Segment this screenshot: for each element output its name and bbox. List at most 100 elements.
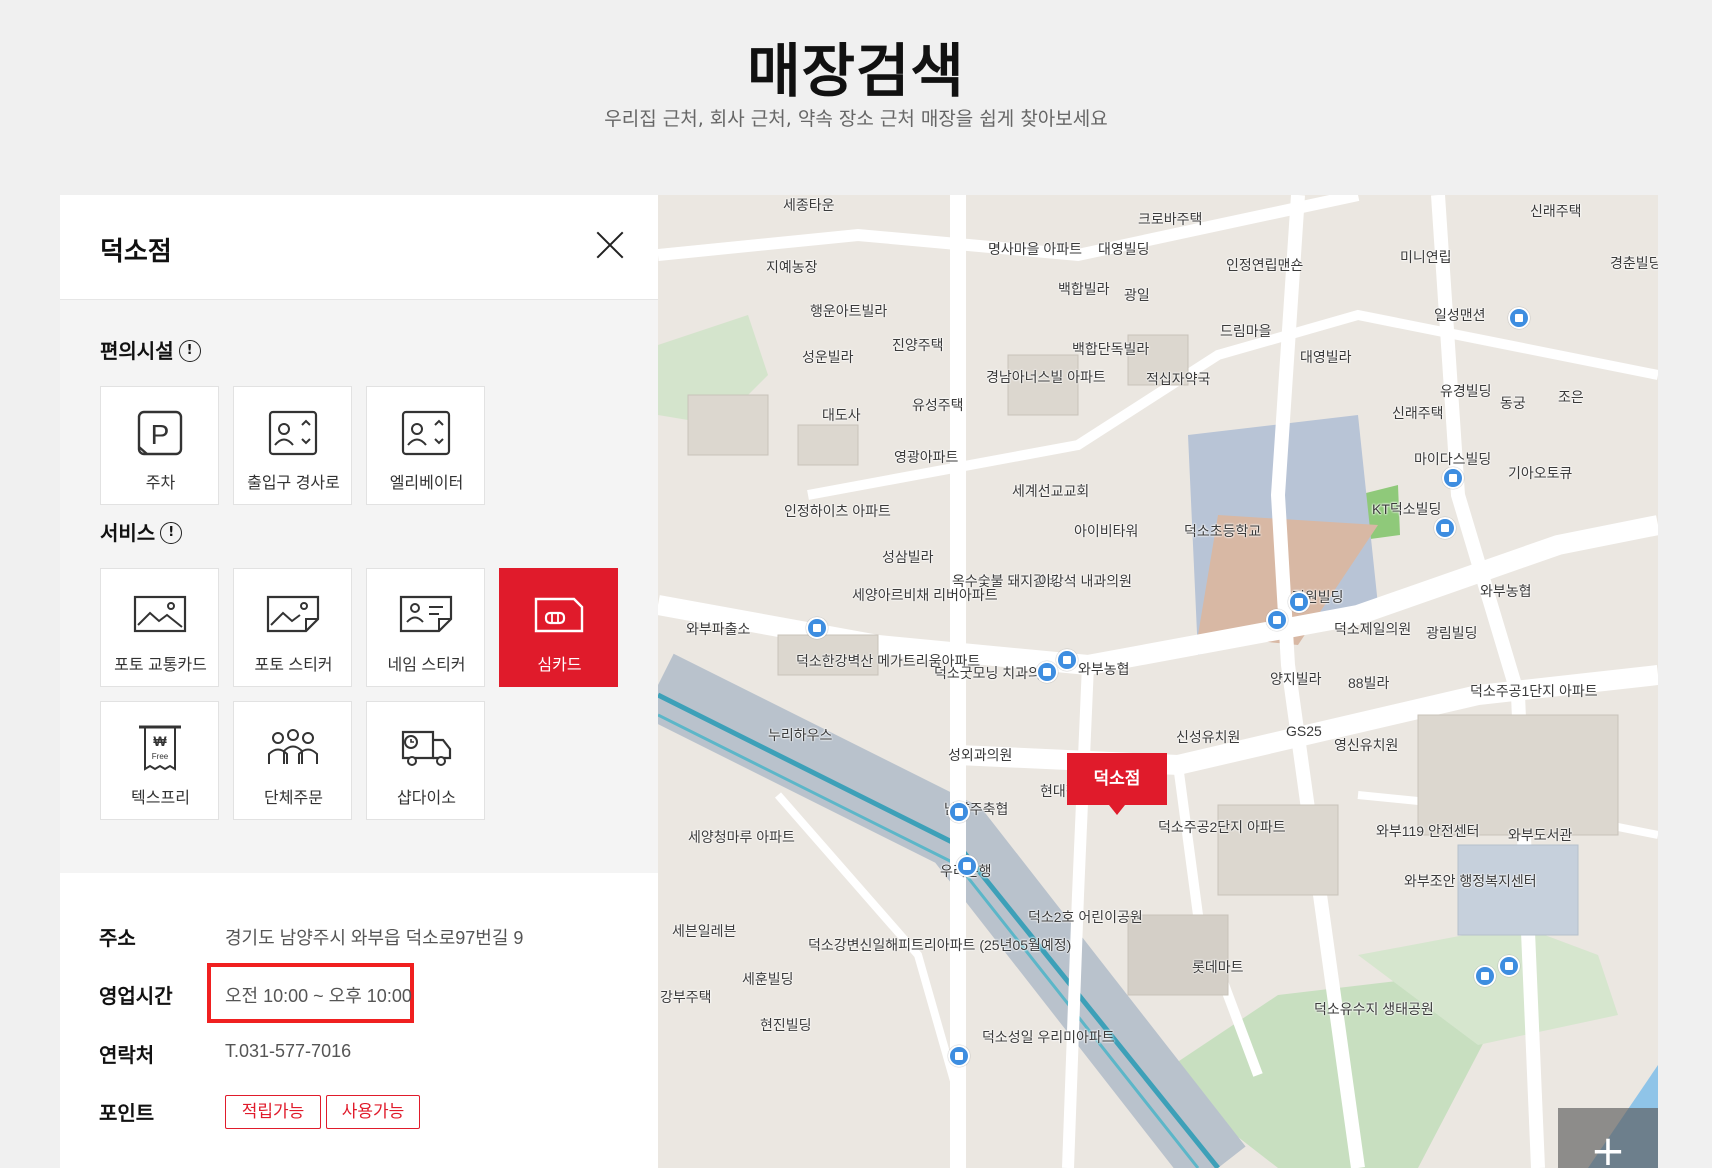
store-info: 주소 경기도 남양주시 와부읍 덕소로97번길 9 영업시간 오전 10:00 … — [60, 873, 658, 1168]
service-group-order[interactable]: 단체주문 — [233, 701, 352, 820]
services-title-label: 서비스 — [100, 521, 156, 545]
points-use-badge: 사용가능 — [326, 1095, 420, 1129]
store-detail-panel: 덕소점 편의시설! P 주차 출입구 경사로 엘리베이터 서비스! 포토 교통카… — [60, 195, 658, 1168]
facility-label: 주차 — [145, 475, 176, 492]
close-button[interactable] — [594, 229, 626, 261]
place-label: 성삼빌라 — [882, 549, 934, 565]
place-label: 성외과의원 — [948, 747, 1013, 763]
place-label: 양지빌라 — [1270, 671, 1322, 687]
address-label: 주소 — [99, 926, 136, 950]
zoom-in-button[interactable]: + — [1558, 1108, 1658, 1168]
place-label: 와부조안 행정복지센터 — [1404, 873, 1537, 889]
place-label: 88빌라 — [1348, 675, 1390, 691]
place-label: 대도사 — [822, 407, 861, 423]
place-label: 적십자약국 — [1146, 371, 1211, 387]
place-label: 덕소제일의원 — [1334, 621, 1412, 637]
place-label: 현진빌딩 — [760, 1017, 812, 1033]
place-label: 신래주택 — [1392, 405, 1444, 421]
photo-sticker-icon — [266, 595, 320, 633]
bus-stop-icon[interactable] — [1434, 517, 1456, 539]
parking-icon: P — [137, 410, 183, 456]
facilities-info-icon[interactable]: ! — [178, 339, 201, 362]
hours-value: 오전 10:00 ~ 오후 10:00 — [225, 986, 412, 1006]
service-name-sticker[interactable]: 네임 스티커 — [366, 568, 485, 687]
service-label: 텍스프리 — [131, 790, 190, 807]
points-earn-badge: 적립가능 — [225, 1095, 321, 1129]
facility-label: 엘리베이터 — [389, 475, 464, 492]
place-label: 경남아너스빌 아파트 — [986, 369, 1106, 385]
place-label: 덕소강변신일해피트리아파트 (25년05월예정) — [808, 937, 1072, 953]
bus-stop-icon[interactable] — [806, 617, 828, 639]
place-label: 덕소성일 우리미아파트 — [982, 1029, 1115, 1045]
place-label: 신성유치원 — [1176, 729, 1241, 745]
bus-stop-icon[interactable] — [1036, 661, 1058, 683]
place-label: 덕소유수지 생태공원 — [1314, 1001, 1434, 1017]
panel-header: 덕소점 — [60, 195, 658, 300]
bus-stop-icon[interactable] — [956, 855, 978, 877]
bus-stop-icon[interactable] — [1266, 609, 1288, 631]
place-label: 백합단독빌라 — [1072, 341, 1150, 357]
bus-stop-icon[interactable] — [1474, 965, 1496, 987]
place-label: 지예농장 — [766, 259, 818, 275]
place-label: 대영빌라 — [1300, 349, 1352, 365]
facility-label: 출입구 경사로 — [247, 475, 340, 492]
place-label: 동궁 — [1500, 395, 1526, 411]
bus-stop-icon[interactable] — [1498, 955, 1520, 977]
place-label: 세종타운 — [783, 197, 835, 213]
place-label: 인정하이츠 아파트 — [784, 503, 891, 519]
service-photo-sticker[interactable]: 포토 스티커 — [233, 568, 352, 687]
group-order-icon — [268, 729, 318, 764]
page-title: 매장검색 — [747, 37, 965, 105]
place-label: 강부주택 — [660, 989, 712, 1005]
place-label: 와부농협 — [1480, 583, 1532, 599]
place-label: 이강석 내과의원 — [1038, 573, 1133, 589]
facilities-title: 편의시설! — [100, 335, 201, 364]
place-label: 덕소주공1단지 아파트 — [1470, 683, 1598, 699]
services-info-icon[interactable]: ! — [160, 521, 183, 544]
place-label: 대영빌딩 — [1098, 241, 1150, 257]
facility-entrance-ramp: 출입구 경사로 — [233, 386, 352, 505]
service-shop-daiso[interactable]: 샵다이소 — [366, 701, 485, 820]
place-label: GS25 — [1286, 723, 1322, 739]
bus-stop-icon[interactable] — [948, 1045, 970, 1067]
place-label: 신래주택 — [1530, 203, 1582, 219]
place-label: 광일 — [1124, 287, 1150, 303]
store-name: 덕소점 — [100, 237, 172, 267]
points-label: 포인트 — [99, 1101, 155, 1125]
place-label: 드림마을 — [1220, 323, 1272, 339]
bus-stop-icon[interactable] — [1442, 467, 1464, 489]
place-label: 누리하우스 — [768, 727, 833, 743]
place-label: 경춘빌딩 — [1610, 255, 1658, 271]
place-label: KT덕소빌딩 — [1372, 501, 1442, 517]
bus-stop-icon[interactable] — [948, 801, 970, 823]
service-label: 포토 스티커 — [254, 657, 333, 674]
place-label: 아이비타워 — [1074, 523, 1139, 539]
store-marker[interactable]: 덕소점 — [1067, 753, 1167, 815]
place-label: 롯데마트 — [1192, 959, 1244, 975]
address-value: 경기도 남양주시 와부읍 덕소로97번길 9 — [225, 928, 524, 948]
facilities-title-label: 편의시설 — [100, 339, 174, 363]
phone-label: 연락처 — [99, 1043, 155, 1067]
store-map[interactable]: 세종타운 크로바주택 신래주택 명사마을 아파트 대영빌딩 인정연립맨숀 미니연… — [658, 195, 1658, 1168]
service-label: 포토 교통카드 — [114, 657, 207, 674]
bus-stop-icon[interactable] — [1508, 307, 1530, 329]
place-label: 명사마을 아파트 — [988, 241, 1083, 257]
place-label: 미니연립 — [1400, 249, 1452, 265]
delivery-truck-icon — [401, 730, 452, 766]
bus-stop-icon[interactable] — [1288, 591, 1310, 613]
place-label: 인정연립맨숀 — [1226, 257, 1304, 273]
phone-value: T.031-577-7016 — [225, 1041, 352, 1061]
elevator-icon — [401, 410, 451, 456]
place-label: 영광아파트 — [894, 449, 959, 465]
entrance-ramp-icon — [268, 410, 318, 456]
tax-free-icon: ₩ Free — [139, 725, 181, 771]
service-tax-free[interactable]: ₩ Free 텍스프리 — [100, 701, 219, 820]
service-label: 단체주문 — [264, 790, 323, 807]
bus-stop-icon[interactable] — [1056, 649, 1078, 671]
services-title: 서비스! — [100, 517, 183, 546]
place-label: 기아오토큐 — [1508, 465, 1573, 481]
hours-label: 영업시간 — [99, 984, 173, 1008]
place-label: 영신유치원 — [1334, 737, 1399, 753]
service-photo-transit-card[interactable]: 포토 교통카드 — [100, 568, 219, 687]
service-sim-card[interactable]: 심카드 — [499, 568, 618, 687]
